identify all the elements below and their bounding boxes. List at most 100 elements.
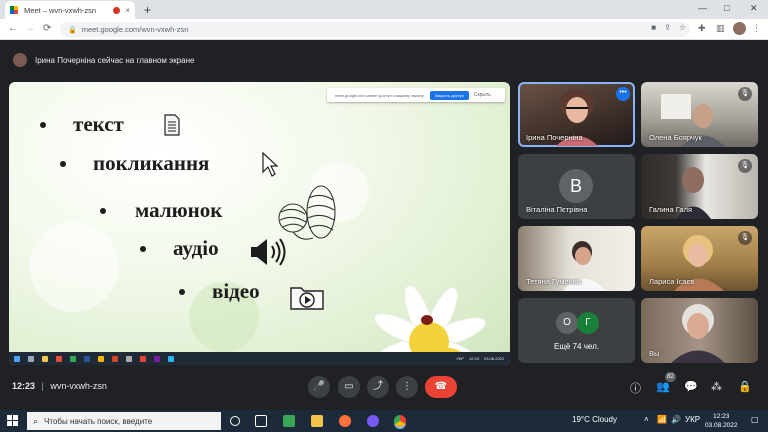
- store-icon[interactable]: [283, 415, 295, 427]
- hide-notice-button[interactable]: Скрыть: [474, 92, 491, 98]
- notifications-icon[interactable]: ▢: [751, 415, 759, 424]
- presenter-banner-text: Ірина Почерніна сейчас на главном экране: [35, 55, 195, 65]
- mic-off-icon: 🎙: [738, 87, 752, 101]
- tab-meet[interactable]: Meet – wvn-vxwh-zsn ×: [5, 1, 135, 19]
- participant-tile[interactable]: 🎙 Лариса Ісаєв: [641, 226, 758, 291]
- present-screen-icon[interactable]: ⤴: [367, 376, 389, 398]
- people-icon[interactable]: 👥: [656, 380, 670, 393]
- window-minimize-button[interactable]: —: [698, 3, 707, 13]
- tab-title: Meet – wvn-vxwh-zsn: [24, 5, 97, 15]
- shared-app-icon: [42, 355, 48, 362]
- camera-permission-icon[interactable]: ■: [651, 23, 656, 32]
- shared-app-icon: [70, 355, 76, 362]
- shared-app-icon: [84, 355, 90, 362]
- cortana-icon[interactable]: [230, 416, 240, 426]
- shared-start-icon: [14, 355, 20, 362]
- sidebar-icon[interactable]: ▥: [716, 23, 725, 34]
- window-maximize-button[interactable]: □: [724, 3, 729, 13]
- people-count-badge: 82: [665, 372, 676, 382]
- reload-icon[interactable]: ⟳: [43, 23, 51, 34]
- bullet-dot: [100, 208, 106, 214]
- screen: Meet – wvn-vxwh-zsn × + — □ ✕ ← → ⟳ 🔒 me…: [0, 0, 768, 432]
- browser-tab-strip: Meet – wvn-vxwh-zsn × + — □ ✕: [0, 0, 768, 19]
- viber-icon[interactable]: [367, 415, 379, 427]
- firefox-icon[interactable]: [339, 415, 351, 427]
- tab-close-button[interactable]: ×: [125, 6, 130, 15]
- bullet-dot: [40, 122, 46, 128]
- participant-tile[interactable]: В Віталіна Пєтрівна: [518, 154, 635, 219]
- address-bar[interactable]: 🔒 meet.google.com/wvn-vxwh-zsn ■ ⇪ ☆: [60, 22, 690, 37]
- host-controls-icon[interactable]: 🔒: [738, 380, 752, 393]
- participant-name: Галина Галя: [649, 205, 693, 214]
- presenter-banner: Ірина Почерніна сейчас на главном экране: [10, 50, 710, 70]
- taskbar-search-placeholder: Чтобы начать поиск, введите: [44, 416, 153, 426]
- network-icon[interactable]: 📶: [657, 415, 667, 424]
- screen-sharing-notice: meet.google.com имеет доступ к вашему эк…: [327, 88, 505, 102]
- forward-arrow-icon[interactable]: →: [25, 23, 35, 34]
- shared-app-icon: [154, 355, 160, 362]
- participant-tile[interactable]: 🎙 Галина Галя: [641, 154, 758, 219]
- notice-text: meet.google.com имеет доступ к вашему эк…: [335, 92, 424, 98]
- meeting-info: 12:23 | wvn-vxwh-zsn: [12, 381, 107, 391]
- participant-name: Вы: [649, 349, 660, 358]
- chat-icon[interactable]: 💬: [684, 380, 698, 393]
- keyboard-language[interactable]: УКР: [685, 415, 700, 424]
- participant-tile[interactable]: 🎙 Олена Боярчук: [641, 82, 758, 147]
- participant-tile[interactable]: Тетяна Гуменюк: [518, 226, 635, 291]
- taskbar-date: 03.08.2022: [705, 422, 738, 429]
- browser-toolbar: ← → ⟳ 🔒 meet.google.com/wvn-vxwh-zsn ■ ⇪…: [0, 19, 768, 40]
- activities-icon[interactable]: ⁂: [711, 380, 722, 393]
- shared-app-icon: [168, 355, 174, 362]
- shared-lang: УКР: [456, 356, 464, 361]
- bullet-dot: [179, 289, 185, 295]
- share-icon[interactable]: ⇪: [664, 23, 671, 32]
- participant-name: Ірина Почерніна: [526, 133, 583, 142]
- shared-screen[interactable]: meet.google.com имеет доступ к вашему эк…: [9, 82, 510, 365]
- call-controls-bar: 12:23 | wvn-vxwh-zsn 🎤 ▭ ⤴ ⋮ ☎ ⓘ 👥 82 💬 …: [0, 372, 768, 402]
- windows-start-icon[interactable]: [7, 415, 19, 427]
- meeting-separator: |: [41, 381, 44, 391]
- back-arrow-icon[interactable]: ←: [8, 23, 18, 34]
- self-view-tile[interactable]: Вы: [641, 298, 758, 363]
- tray-chevron-icon[interactable]: ˄: [644, 415, 649, 424]
- file-explorer-icon[interactable]: [311, 415, 323, 427]
- more-participants-tile[interactable]: О Г Ещё 74 чел.: [518, 298, 635, 363]
- document-icon: [164, 114, 180, 136]
- mouse-cursor-icon: [262, 152, 279, 177]
- self-video: [671, 304, 725, 363]
- weather-widget[interactable]: 19°C Cloudy: [572, 415, 617, 424]
- chrome-icon[interactable]: [394, 415, 406, 427]
- bullet-text: текст: [73, 112, 124, 136]
- participant-tile[interactable]: ••• Ірина Почерніна: [518, 82, 635, 147]
- bookmark-star-icon[interactable]: ☆: [679, 23, 686, 32]
- participant-name: Віталіна Пєтрівна: [526, 205, 588, 214]
- bullet-dot: [140, 246, 146, 252]
- browser-menu-icon[interactable]: ⋮: [752, 23, 761, 34]
- more-options-icon[interactable]: ⋮: [396, 376, 418, 398]
- new-tab-button[interactable]: +: [144, 3, 151, 17]
- shared-clock: 12:23: [468, 356, 479, 361]
- stop-sharing-button[interactable]: Закрыть доступ: [429, 90, 469, 100]
- volume-icon[interactable]: 🔊: [671, 415, 681, 424]
- participant-options-icon[interactable]: •••: [616, 87, 630, 101]
- shared-taskbar: УКР 12:23 03.08.2022: [9, 352, 510, 365]
- taskbar-search-box[interactable]: ⌕ Чтобы начать поиск, введите: [27, 412, 221, 430]
- profile-avatar[interactable]: [733, 22, 746, 35]
- end-call-icon[interactable]: ☎: [425, 376, 457, 398]
- taskbar-clock[interactable]: 12:23 03.08.2022: [705, 412, 738, 430]
- bokeh-decoration: [29, 222, 119, 312]
- window-close-button[interactable]: ✕: [750, 3, 758, 14]
- task-view-icon[interactable]: [255, 415, 267, 427]
- meeting-details-icon[interactable]: ⓘ: [630, 380, 641, 396]
- windows-taskbar: ⌕ Чтобы начать поиск, введите 19°C Cloud…: [0, 410, 768, 432]
- lock-icon: 🔒: [68, 26, 77, 34]
- participant-avatar: Г: [577, 312, 599, 334]
- shared-tray: УКР 12:23 03.08.2022: [456, 356, 504, 361]
- camera-icon[interactable]: ▭: [338, 376, 360, 398]
- mic-icon[interactable]: 🎤: [308, 376, 330, 398]
- yarn-balls-image: [278, 185, 336, 240]
- extensions-icon[interactable]: ✚: [698, 23, 706, 34]
- video-folder-icon: [290, 287, 324, 310]
- mic-off-icon: 🎙: [738, 159, 752, 173]
- participant-name: Лариса Ісаєв: [649, 277, 695, 286]
